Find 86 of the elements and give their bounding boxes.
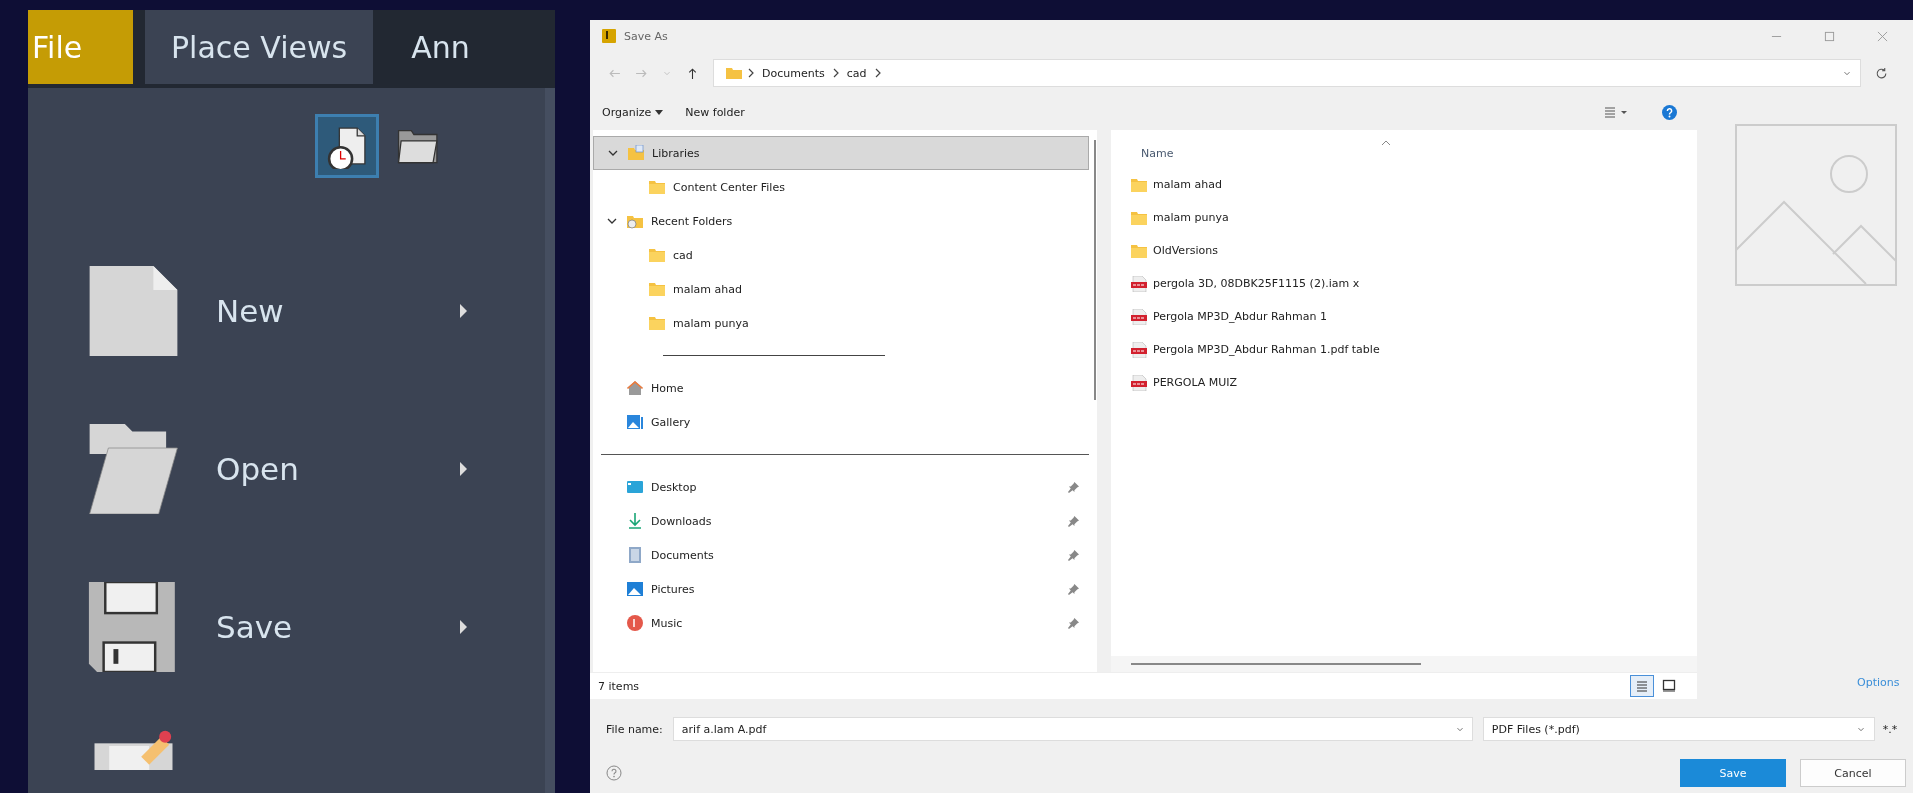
- column-header[interactable]: Name: [1141, 146, 1174, 160]
- download-icon: [627, 513, 643, 529]
- desktop-icon: [627, 479, 643, 495]
- home-icon: [627, 380, 643, 396]
- folder-icon: [1131, 242, 1147, 259]
- chevron-right-icon[interactable]: [748, 68, 754, 78]
- chevron-right-icon[interactable]: [874, 68, 881, 78]
- file-item[interactable]: OldVersions: [1111, 234, 1697, 267]
- menu-item[interactable]: Open: [28, 414, 467, 524]
- up-arrow-icon[interactable]: [686, 66, 699, 80]
- app-icon: [602, 29, 616, 43]
- toolbar-button[interactable]: [315, 114, 379, 178]
- scroll-thumb[interactable]: [1131, 663, 1421, 665]
- pdf-file-icon: [1131, 374, 1147, 391]
- new-folder-button[interactable]: New folder: [679, 101, 751, 123]
- folder-icon: [649, 281, 665, 297]
- pin-icon[interactable]: [1068, 481, 1079, 493]
- item-count: 7 items: [598, 679, 640, 693]
- nav-item[interactable]: Documents: [593, 538, 1089, 572]
- ribbon-tab[interactable]: Ann: [385, 10, 496, 84]
- nav-item[interactable]: Content Center Files: [593, 170, 1089, 204]
- pin-icon[interactable]: [1068, 549, 1079, 561]
- folder-icon: [726, 67, 742, 79]
- extension-label: *.*: [1882, 722, 1898, 736]
- file-item[interactable]: malam punya: [1111, 201, 1697, 234]
- document-icon: [627, 547, 643, 563]
- folder-icon: [649, 179, 665, 195]
- menu-item[interactable]: New: [28, 256, 467, 366]
- pin-icon[interactable]: [1068, 583, 1079, 595]
- file-item[interactable]: PERGOLA MUIZ: [1111, 366, 1697, 399]
- file-item[interactable]: Pergola MP3D_Abdur Rahman 1: [1111, 300, 1697, 333]
- image-placeholder-icon: [1735, 124, 1897, 286]
- help-icon[interactable]: [606, 765, 622, 781]
- close-icon[interactable]: [1877, 30, 1888, 42]
- file-type-dropdown[interactable]: PDF Files (*.pdf): [1482, 717, 1875, 741]
- nav-item[interactable]: malam punya: [593, 306, 1089, 340]
- file-name-label: File name:: [606, 722, 663, 736]
- details-view-icon: [1634, 678, 1650, 694]
- nav-item[interactable]: Gallery: [593, 405, 1089, 439]
- window-title: Save As: [624, 29, 668, 43]
- folder-icon: [1131, 209, 1147, 226]
- chevron-right-icon[interactable]: [832, 68, 839, 78]
- save-button[interactable]: Save: [1680, 759, 1786, 787]
- pdf-file-icon: [1131, 308, 1147, 325]
- nav-item[interactable]: Home: [593, 371, 1089, 405]
- nav-item[interactable]: Music: [593, 606, 1089, 640]
- chevron-down-icon[interactable]: [608, 148, 618, 158]
- address-bar[interactable]: Documents cad: [713, 59, 1861, 87]
- nav-item[interactable]: Pictures: [593, 572, 1089, 606]
- library-icon: [628, 145, 644, 161]
- menu-item[interactable]: Save: [28, 572, 467, 682]
- nav-item[interactable]: Desktop: [593, 470, 1089, 504]
- recent-folder-icon: [627, 213, 643, 229]
- organize-button[interactable]: Organize: [596, 101, 670, 123]
- scroll-thumb[interactable]: [1094, 140, 1096, 400]
- folder-icon: [649, 247, 665, 263]
- pdf-file-icon: [1131, 275, 1147, 292]
- refresh-icon[interactable]: [1875, 66, 1888, 80]
- file-name-field[interactable]: arif a.lam A.pdf: [672, 717, 1473, 741]
- cancel-button[interactable]: Cancel: [1800, 759, 1906, 787]
- ribbon-tab[interactable]: Place Views: [145, 10, 374, 84]
- folder-icon: [649, 315, 665, 331]
- file-item[interactable]: pergola 3D, 08DBK25F1115 (2).iam x: [1111, 267, 1697, 300]
- nav-item[interactable]: cad: [593, 238, 1089, 272]
- nav-item[interactable]: Libraries: [593, 136, 1089, 170]
- picture-icon: [627, 581, 643, 597]
- chevron-down-icon[interactable]: [607, 216, 617, 226]
- breadcrumb[interactable]: cad: [846, 66, 867, 80]
- pin-icon[interactable]: [1068, 515, 1079, 527]
- scroll-bar[interactable]: [545, 88, 555, 793]
- maximize-icon[interactable]: [1824, 30, 1835, 42]
- nav-item[interactable]: Recent Folders: [593, 204, 1089, 238]
- help-icon[interactable]: [1662, 104, 1677, 120]
- nav-item[interactable]: malam ahad: [593, 272, 1089, 306]
- file-item[interactable]: Pergola MP3D_Abdur Rahman 1.pdf table: [1111, 333, 1697, 366]
- music-icon: [627, 615, 643, 631]
- preview-view-icon: [1661, 678, 1677, 694]
- breadcrumb[interactable]: Documents: [762, 66, 825, 80]
- pdf-file-icon: [1131, 341, 1147, 358]
- gallery-icon: [627, 414, 643, 430]
- pin-icon[interactable]: [1068, 617, 1079, 629]
- view-menu-icon[interactable]: [1604, 106, 1628, 118]
- caret-icon: [655, 109, 664, 115]
- nav-item[interactable]: Downloads: [593, 504, 1089, 538]
- file-item[interactable]: malam ahad: [1111, 168, 1697, 201]
- folder-icon: [1131, 176, 1147, 193]
